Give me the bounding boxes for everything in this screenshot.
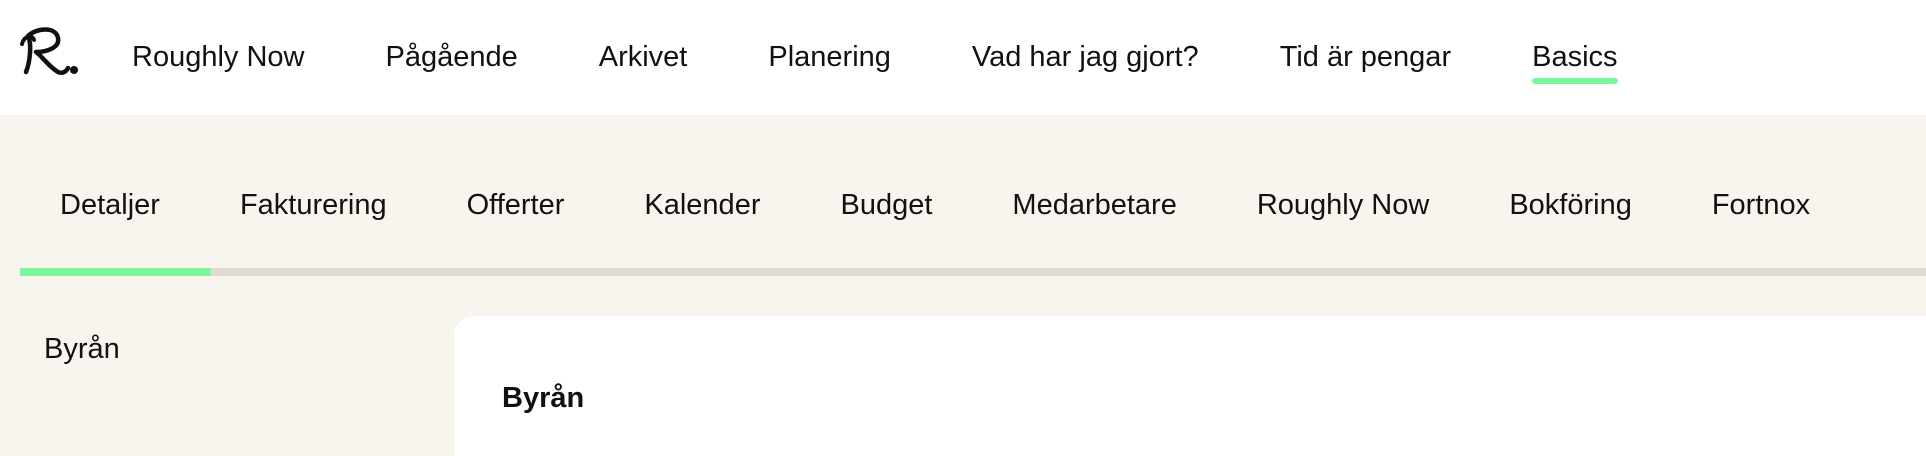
- topnav-item-vad-har-jag-gjort[interactable]: Vad har jag gjort?: [972, 43, 1199, 72]
- tab-offerter[interactable]: Offerter: [427, 190, 605, 220]
- sidebar-item-byran[interactable]: Byrån: [44, 335, 120, 364]
- primary-nav: Roughly Now Pågående Arkivet Planering V…: [132, 0, 1699, 115]
- active-tab-indicator: [20, 268, 211, 276]
- roughly-now-logo-icon[interactable]: [18, 22, 80, 82]
- topnav-item-roughly-now[interactable]: Roughly Now: [132, 43, 304, 72]
- tab-fortnox[interactable]: Fortnox: [1672, 190, 1850, 220]
- tab-bokforing[interactable]: Bokföring: [1469, 190, 1672, 220]
- tab-track: [20, 268, 1926, 276]
- topnav-item-basics[interactable]: Basics: [1532, 43, 1618, 84]
- topnav-item-pagaende[interactable]: Pågående: [385, 43, 517, 72]
- tab-medarbetare[interactable]: Medarbetare: [972, 190, 1216, 220]
- tab-detaljer[interactable]: Detaljer: [20, 190, 200, 220]
- topnav-item-planering[interactable]: Planering: [768, 43, 891, 72]
- tab-kalender[interactable]: Kalender: [604, 190, 800, 220]
- card-title: Byrån: [502, 382, 585, 414]
- subnav-tabs: Detaljer Fakturering Offerter Kalender B…: [20, 115, 1926, 275]
- tab-budget[interactable]: Budget: [800, 190, 972, 220]
- topnav-item-tid-ar-pengar[interactable]: Tid är pengar: [1280, 43, 1451, 72]
- secondary-navigation: Detaljer Fakturering Offerter Kalender B…: [0, 115, 1926, 276]
- top-navigation-bar: Roughly Now Pågående Arkivet Planering V…: [0, 0, 1926, 115]
- content-card: Byrån: [454, 316, 1926, 456]
- topnav-item-arkivet[interactable]: Arkivet: [599, 43, 688, 72]
- tab-fakturering[interactable]: Fakturering: [200, 190, 427, 220]
- tab-roughly-now[interactable]: Roughly Now: [1217, 190, 1469, 220]
